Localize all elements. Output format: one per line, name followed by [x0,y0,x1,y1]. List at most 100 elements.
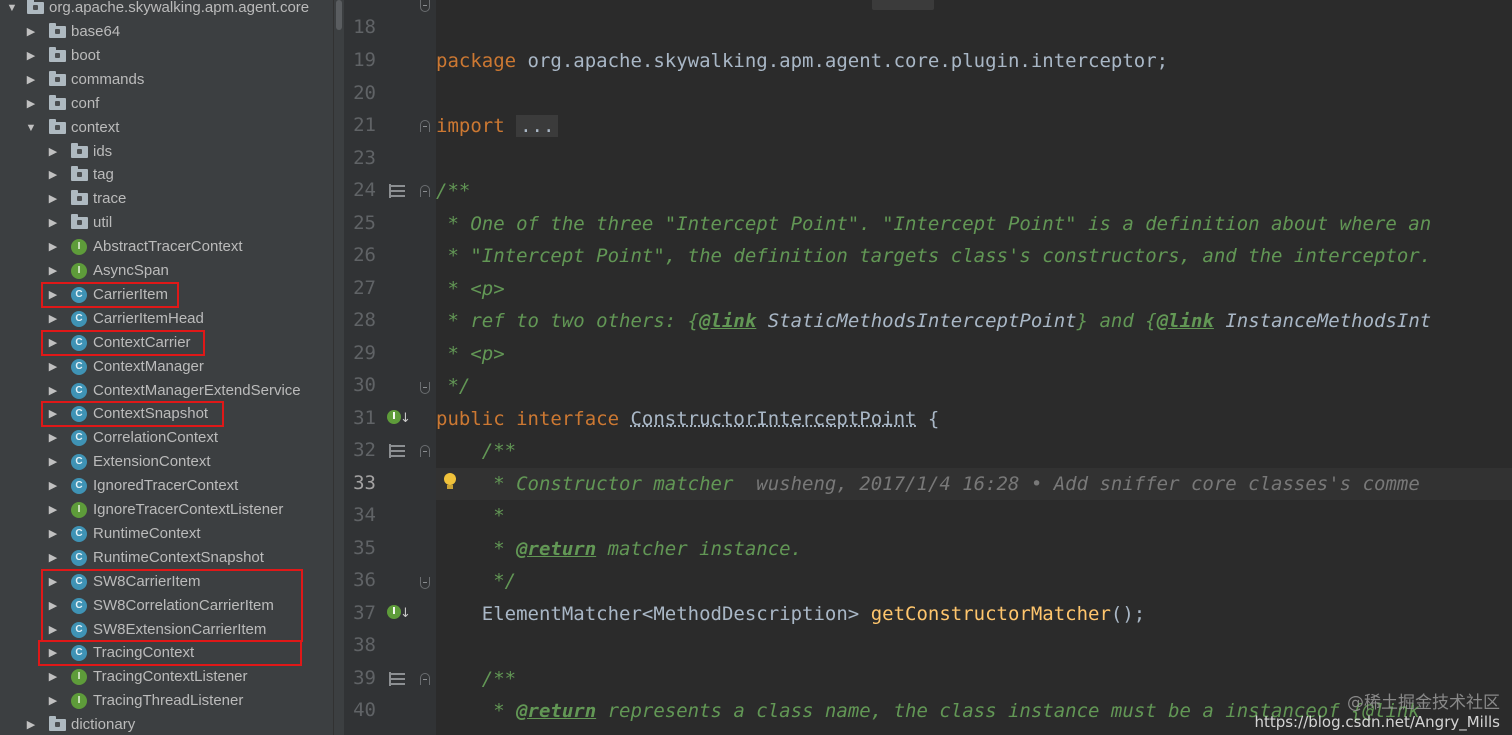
chevron-right-icon[interactable]: ▶ [47,163,59,187]
line-number: 25 [353,212,376,234]
code-line-30[interactable]: */ [436,370,470,402]
link-tag[interactable]: @link [1157,310,1214,332]
code-line-19[interactable]: package org.apache.skywalking.apm.agent.… [436,45,1168,77]
line-number: 38 [353,634,376,656]
tree-item-label: ContextManagerExtendService [93,381,301,399]
fold-marker-icon[interactable] [420,120,430,132]
folded-header-comment[interactable] [872,0,934,10]
class-icon: C [71,382,87,399]
tree-item-label: boot [71,46,101,64]
interface-name[interactable]: ConstructorInterceptPoint [630,408,916,430]
line-number: 28 [353,309,376,331]
tree-item-label: AbstractTracerContext [93,238,243,256]
tree-item-label: TracingContextListener [93,668,248,686]
code-line-36[interactable]: */ [436,565,516,597]
chevron-right-icon[interactable]: ▶ [25,92,37,116]
chevron-right-icon[interactable]: ▶ [47,307,59,331]
chevron-down-icon[interactable]: ▼ [6,0,18,20]
chevron-right-icon[interactable]: ▶ [47,546,59,570]
code-line-31[interactable]: public interface ConstructorInterceptPoi… [436,403,939,435]
package-icon [49,94,66,110]
chevron-right-icon[interactable]: ▶ [47,426,59,450]
line-number: 29 [353,342,376,364]
chevron-right-icon[interactable]: ▶ [47,522,59,546]
tree-item-label: trace [93,190,127,208]
code-line-39[interactable]: /** [436,663,516,695]
tree-item-label: RuntimeContext [93,524,201,542]
rendered-doc-icon[interactable] [389,444,405,458]
tree-item-label: util [93,214,113,232]
code-line-25[interactable]: * One of the three "Intercept Point". "I… [436,208,1431,240]
chevron-right-icon[interactable]: ▶ [47,211,59,235]
tree-item-label: TracingThreadListener [93,692,244,710]
chevron-right-icon[interactable]: ▶ [47,665,59,689]
tree-item-label: base64 [71,23,121,40]
implemented-by-icon[interactable]: I ↓ [387,605,411,623]
chevron-right-icon[interactable]: ▶ [47,355,59,379]
tree-item-label: IgnoreTracerContextListener [93,501,284,518]
folded-imports[interactable]: ... [516,115,559,137]
line-number: 21 [353,114,376,136]
interface-icon: I [71,263,87,279]
chevron-right-icon[interactable]: ▶ [47,140,59,164]
chevron-right-icon[interactable]: ▶ [25,713,37,735]
line-number: 34 [353,504,376,526]
code-line-21[interactable]: import ... [436,110,559,142]
tree-item-label: ExtensionContext [93,453,211,471]
fold-marker-icon[interactable] [420,185,430,197]
line-number: 26 [353,244,376,266]
method-name[interactable]: getConstructorMatcher [871,603,1111,625]
line-number: 35 [353,537,376,559]
chevron-right-icon[interactable]: ▶ [25,44,37,68]
highlight-box [41,281,179,308]
chevron-right-icon[interactable]: ▶ [47,498,59,522]
code-editor[interactable]: package org.apache.skywalking.apm.agent.… [436,0,1512,735]
chevron-right-icon[interactable]: ▶ [25,68,37,92]
line-number: 30 [353,374,376,396]
chevron-right-icon[interactable]: ▶ [47,474,59,498]
line-number: 31 [353,407,376,429]
code-line-28[interactable]: * ref to two others: {@link StaticMethod… [436,305,1431,337]
package-icon [71,142,88,158]
code-line-34[interactable]: * [436,500,504,532]
tree-item-label: CorrelationContext [93,429,219,447]
package-icon [71,214,88,230]
scrollbar-thumb[interactable] [336,0,342,30]
implemented-by-icon[interactable]: I ↓ [387,410,411,428]
chevron-right-icon[interactable]: ▶ [47,379,59,403]
code-line-29[interactable]: * <p> [436,338,504,370]
chevron-right-icon[interactable]: ▶ [47,235,59,259]
chevron-right-icon[interactable]: ▶ [47,450,59,474]
fold-marker-icon[interactable] [420,445,430,457]
git-blame-annotation: wusheng, 2017/1/4 16:28 • Add sniffer co… [733,473,1420,495]
code-line-33[interactable]: * Constructor matcher wusheng, 2017/1/4 … [436,468,1420,500]
chevron-right-icon[interactable]: ▶ [47,689,59,713]
package-icon [71,190,88,206]
package-icon [49,70,66,86]
code-line-32[interactable]: /** [436,435,516,467]
code-line-37[interactable]: ElementMatcher<MethodDescription> getCon… [436,598,1145,630]
fold-marker-icon[interactable] [420,673,430,685]
code-line-35[interactable]: * @return matcher instance. [436,533,802,565]
package-icon [71,166,88,182]
code-line-26[interactable]: * "Intercept Point", the definition targ… [436,240,1431,272]
chevron-right-icon[interactable]: ▶ [25,20,37,44]
line-number: 40 [353,699,376,721]
return-tag: @return [516,538,597,560]
code-line-24[interactable]: /** [436,175,470,207]
tree-item-label: IgnoredTracerContext [93,477,239,495]
fold-marker-icon[interactable] [420,577,430,589]
highlight-box [38,640,302,667]
tree-item-label: CarrierItemHead [93,309,204,327]
code-line-27[interactable]: * <p> [436,273,504,305]
fold-marker-icon[interactable] [420,382,430,394]
rendered-doc-icon[interactable] [389,184,405,198]
chevron-down-icon[interactable]: ▼ [25,116,37,140]
rendered-doc-icon[interactable] [389,672,405,686]
lightbulb-icon[interactable] [443,473,457,491]
link-tag[interactable]: @link [699,310,756,332]
tree-item-label: context [71,118,120,136]
fold-marker-icon[interactable] [420,0,430,12]
chevron-right-icon[interactable]: ▶ [47,187,59,211]
chevron-right-icon[interactable]: ▶ [47,259,59,283]
